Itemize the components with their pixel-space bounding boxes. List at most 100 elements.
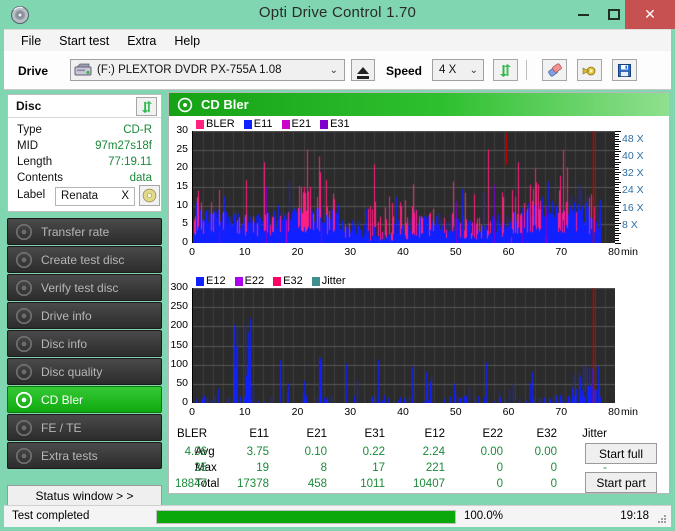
legend-label-bler: BLER: [206, 118, 235, 130]
menu-item-file[interactable]: File: [12, 32, 50, 50]
disc-icon: [15, 447, 33, 465]
menu-item-extra[interactable]: Extra: [118, 32, 165, 50]
toolbar: Drive (F:) PLEXTOR DVDR PX-755A 1.08 ⌄ S…: [4, 51, 671, 90]
save-icon: [618, 63, 631, 77]
menu-item-start-test[interactable]: Start test: [50, 32, 118, 50]
legend-swatch-e21: [281, 119, 290, 129]
erase-icon: [547, 62, 562, 77]
title-bar: Opti Drive Control 1.70 ✕: [0, 0, 675, 29]
status-bar: Test completed 100.0% 19:18: [4, 505, 671, 527]
refresh-icon: [500, 63, 511, 77]
stats-cell: 0.10: [304, 446, 327, 458]
settings-button[interactable]: [577, 59, 602, 81]
start-part-button[interactable]: Start part: [585, 472, 657, 493]
sidebar-item-label: Create test disc: [41, 252, 125, 267]
sidebar-item-fe-te[interactable]: FE / TE: [7, 414, 162, 441]
main-panel-title: CD Bler: [201, 97, 249, 112]
stats-cell: 0: [496, 462, 503, 474]
chart2-x-tick: 40: [397, 406, 409, 418]
menu-item-help[interactable]: Help: [165, 32, 209, 50]
disc-refresh-button[interactable]: [136, 97, 157, 116]
chart2-y-tick: 200: [170, 319, 188, 332]
sidebar-item-transfer-rate[interactable]: Transfer rate: [7, 218, 162, 245]
sidebar-item-label: Verify test disc: [41, 280, 119, 295]
sidebar-item-label: Drive info: [41, 308, 92, 323]
stats-cell: 19: [256, 462, 269, 474]
refresh-button[interactable]: [493, 59, 518, 81]
disc-type-label: Type: [17, 124, 42, 136]
save-button[interactable]: [612, 59, 637, 81]
sidebar-item-label: Transfer rate: [41, 224, 110, 239]
stats-cell: 0.00: [480, 446, 503, 458]
chart1-right-tick: 32 X: [622, 167, 644, 180]
legend-swatch-e11: [243, 119, 252, 129]
speed-value: 4 X: [439, 64, 457, 76]
stats-cell: 221: [425, 462, 445, 474]
chart1-y-tick: 15: [176, 180, 188, 192]
gear-icon: [582, 66, 595, 75]
disc-label-input[interactable]: Renata X: [55, 187, 135, 206]
sidebar-item-extra-tests[interactable]: Extra tests: [7, 442, 162, 469]
stats-column-header: E21: [306, 428, 327, 440]
stats-column-header: BLER: [176, 428, 207, 440]
stats-cell: 17: [372, 462, 385, 474]
stats-column-header: Jitter: [582, 428, 607, 440]
sidebar-item-create-test-disc[interactable]: Create test disc: [7, 246, 162, 273]
stats-cell: 4.06: [184, 446, 207, 458]
chart2-y-tick: 50: [176, 376, 188, 389]
main-panel-header: CD Bler: [169, 93, 669, 116]
start-full-button[interactable]: Start full: [585, 443, 657, 464]
chevron-down-icon: ⌄: [469, 65, 478, 76]
legend-label-e32: E32: [283, 275, 303, 287]
stats-cell: 17378: [237, 478, 269, 490]
status-window-button[interactable]: Status window > >: [7, 485, 162, 507]
toolbar-separator: [526, 60, 527, 80]
chart1-right-tick: 24 X: [622, 184, 644, 197]
disc-contents-label: Contents: [17, 172, 64, 184]
speed-select[interactable]: 4 X ⌄: [432, 59, 484, 81]
chart2-x-tick: 70: [555, 406, 568, 418]
stats-cell: 458: [307, 478, 327, 490]
sidebar-item-label: FE / TE: [41, 420, 82, 435]
chart2-legend: E12 E22 E32 Jitter: [196, 275, 353, 287]
chart1-x-tick: 60: [502, 246, 515, 258]
disc-mid-label: MID: [17, 140, 39, 152]
legend-label-e22: E22: [244, 275, 265, 287]
chart1-x-tick: 30: [344, 246, 357, 258]
legend-swatch-e31: [320, 119, 329, 129]
clear-label-icon[interactable]: X: [121, 190, 129, 202]
disc-contents-value: data: [129, 172, 152, 184]
chart1-x-tick: 40: [397, 246, 409, 258]
drive-select[interactable]: (F:) PLEXTOR DVDR PX-755A 1.08 ⌄: [70, 59, 345, 81]
legend-swatch-e22: [234, 276, 243, 286]
sidebar-item-cd-bler[interactable]: CD Bler: [7, 386, 162, 413]
disc-type-value: CD-R: [123, 124, 152, 136]
disc-label-button[interactable]: [139, 185, 160, 206]
close-button[interactable]: ✕: [625, 0, 675, 29]
stats-column-header: E12: [424, 428, 445, 440]
disc-icon: [15, 251, 33, 269]
sidebar-item-disc-info[interactable]: Disc info: [7, 330, 162, 357]
stats-cell: 0.22: [362, 446, 385, 458]
cd-bler-chart[interactable]: 0 5 10 15 20 25 30 0 10 20 30 40 50 60 70 80 min 8 X 16 …: [169, 124, 669, 261]
chart2-x-tick: 50: [449, 406, 462, 418]
legend-swatch-jitter: [311, 276, 320, 286]
chart1-x-tick: 70: [555, 246, 568, 258]
cd-e12-chart[interactable]: 0 50 100 150 200 250 300 0 10 20 30 40 50 60 70 80 min: [169, 281, 669, 423]
sidebar-item-disc-quality[interactable]: Disc quality: [7, 358, 162, 385]
sidebar-item-drive-info[interactable]: Drive info: [7, 302, 162, 329]
legend-label-e31: E31: [330, 118, 350, 130]
eject-button[interactable]: [351, 59, 375, 81]
drive-icon: [74, 63, 92, 77]
stats-cell: 2.24: [422, 446, 445, 458]
chart1-legend: BLER E11 E21 E31: [196, 118, 357, 130]
chart2-x-tick: 20: [291, 406, 304, 418]
legend-swatch-bler: [196, 119, 204, 129]
resize-grip[interactable]: [657, 514, 667, 524]
disc-length-value: 77:19.11: [108, 156, 152, 168]
sidebar-item-verify-test-disc[interactable]: Verify test disc: [7, 274, 162, 301]
chart1-y-tick: 5: [182, 217, 188, 230]
erase-button[interactable]: [542, 59, 567, 81]
progress-percent: 100.0%: [464, 510, 504, 522]
sidebar-item-label: Extra tests: [41, 448, 98, 463]
